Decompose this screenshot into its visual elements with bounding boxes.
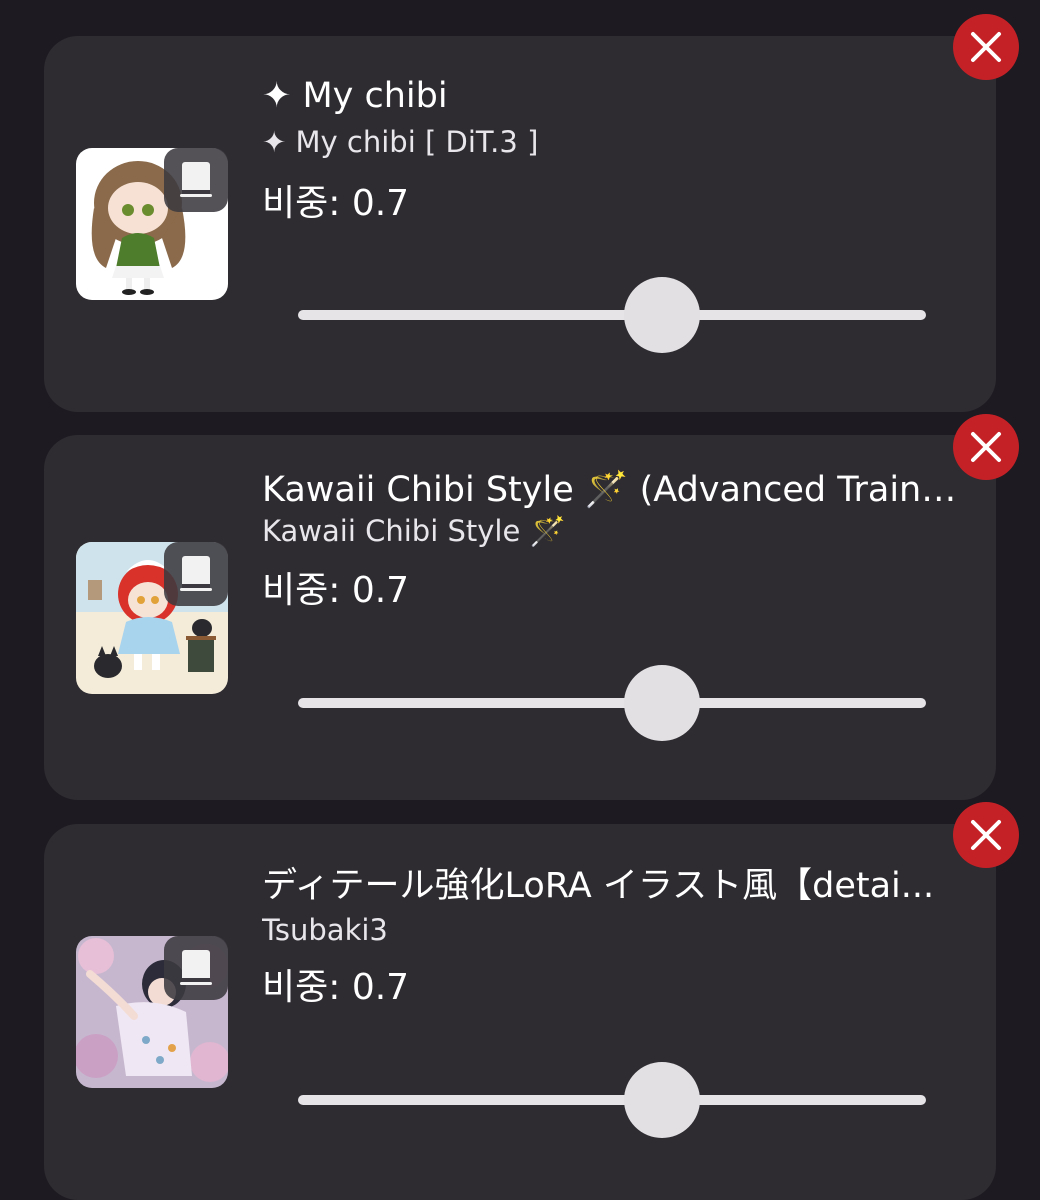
weight-display: 비중: 0.7 [262, 182, 409, 226]
lora-title: ✦ My chibi [262, 76, 448, 116]
weight-display: 비중: 0.7 [262, 569, 409, 613]
slider-thumb[interactable] [624, 665, 701, 741]
slider-track[interactable] [298, 310, 926, 320]
remove-lora-button[interactable] [953, 802, 1019, 868]
remove-lora-button[interactable] [953, 14, 1019, 80]
weight-value: 0.7 [351, 967, 410, 1008]
weight-slider[interactable] [298, 663, 926, 743]
slider-thumb[interactable] [624, 277, 701, 353]
close-icon [971, 820, 1001, 850]
close-icon [971, 32, 1001, 62]
lora-subtitle: Kawaii Chibi Style 🪄 [262, 514, 566, 548]
lora-card: Kawaii Chibi Style 🪄 (Advanced Traini...… [44, 435, 996, 800]
book-icon[interactable] [164, 148, 228, 212]
slider-thumb[interactable] [624, 1062, 701, 1138]
lora-card: ディテール強化LoRA イラスト風【detai... Tsubaki3 비중: … [44, 824, 996, 1200]
lora-subtitle: ✦ My chibi [ DiT.3 ] [262, 125, 539, 159]
lora-list: ✦ My chibi ✦ My chibi [ DiT.3 ] 비중: 0.7 [0, 0, 1040, 1200]
slider-track[interactable] [298, 1095, 926, 1105]
weight-slider[interactable] [298, 1060, 926, 1140]
close-icon [971, 432, 1001, 462]
lora-subtitle: Tsubaki3 [262, 913, 388, 947]
remove-lora-button[interactable] [953, 414, 1019, 480]
book-icon[interactable] [164, 936, 228, 1000]
weight-label: 비중: [262, 183, 341, 224]
weight-value: 0.7 [351, 183, 410, 224]
lora-title: ディテール強化LoRA イラスト風【detai... [262, 866, 935, 906]
weight-label: 비중: [262, 967, 341, 1008]
weight-label: 비중: [262, 570, 341, 611]
weight-value: 0.7 [351, 570, 410, 611]
weight-slider[interactable] [298, 275, 926, 355]
lora-title: Kawaii Chibi Style 🪄 (Advanced Traini... [262, 470, 962, 510]
weight-display: 비중: 0.7 [262, 966, 409, 1010]
slider-track[interactable] [298, 698, 926, 708]
book-icon[interactable] [164, 542, 228, 606]
lora-card: ✦ My chibi ✦ My chibi [ DiT.3 ] 비중: 0.7 [44, 36, 996, 412]
